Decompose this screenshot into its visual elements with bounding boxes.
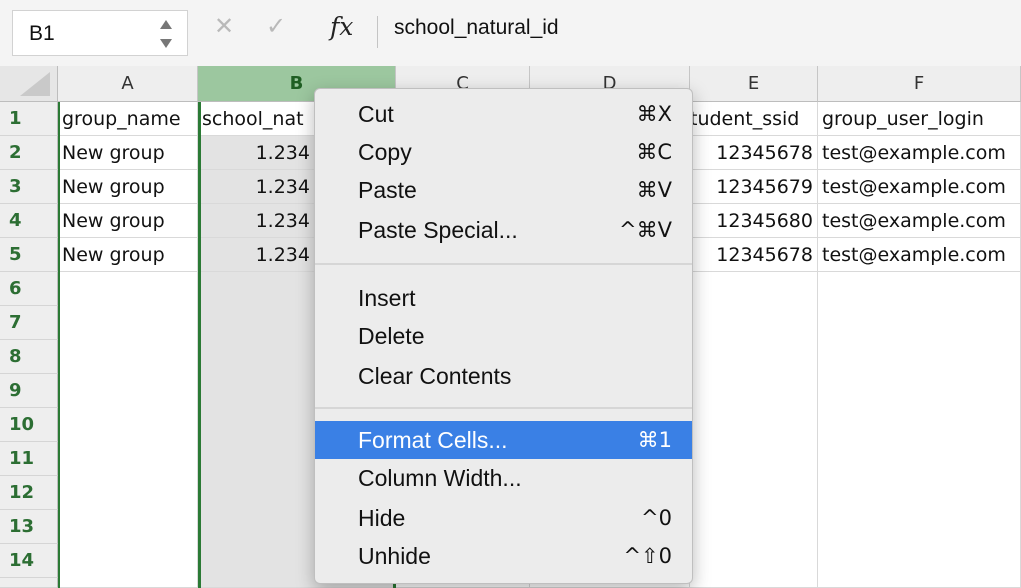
column-header-f[interactable]: F [818, 66, 1021, 102]
cell-f5[interactable]: test@example.com [818, 238, 1021, 272]
row-header[interactable]: 1 [0, 102, 58, 136]
column-a-empty-cells[interactable] [58, 272, 198, 588]
cell-e3[interactable]: 12345679 [690, 170, 818, 204]
menu-item-clear-contents[interactable]: Clear Contents [315, 357, 692, 395]
row-header[interactable]: 8 [0, 340, 58, 374]
menu-separator [315, 407, 692, 409]
column-header-e[interactable]: E [690, 66, 818, 102]
menu-item-label: Unhide [358, 543, 431, 569]
row-header[interactable]: 13 [0, 510, 58, 544]
menu-item-label: Copy [358, 139, 412, 165]
menu-item-shortcut: ^0 [641, 506, 672, 530]
menu-item-label: Hide [358, 505, 406, 531]
menu-item-label: Cut [358, 101, 394, 127]
cell-e1[interactable]: tudent_ssid [690, 102, 818, 136]
cell-reference: B1 [29, 22, 55, 45]
context-menu: Cut ⌘X Copy ⌘C Paste ⌘V Paste Special...… [314, 88, 693, 584]
row-header[interactable]: 9 [0, 374, 58, 408]
cell-b5[interactable]: 1.234 [198, 238, 315, 272]
row-header[interactable]: 2 [0, 136, 58, 170]
row-header-partial [0, 578, 58, 588]
row-header[interactable]: 6 [0, 272, 58, 306]
cell-e5[interactable]: 12345678 [690, 238, 818, 272]
cell-b2[interactable]: 1.234 [198, 136, 315, 170]
menu-item-copy[interactable]: Copy ⌘C [315, 133, 692, 171]
menu-item-delete[interactable]: Delete [315, 317, 692, 355]
menu-item-paste-special[interactable]: Paste Special... ^⌘V [315, 211, 692, 249]
menu-item-shortcut: ⌘C [636, 140, 672, 164]
cell-a5[interactable]: New group [58, 238, 198, 272]
cell-e4[interactable]: 12345680 [690, 204, 818, 238]
formula-bar: B1 ✕ ✓ fx school_natural_id [0, 0, 1021, 67]
row-header[interactable]: 14 [0, 544, 58, 578]
menu-item-shortcut: ^⌘V [619, 218, 672, 242]
menu-item-shortcut: ⌘V [636, 178, 672, 202]
corner-triangle-icon [20, 72, 50, 96]
row-header[interactable]: 10 [0, 408, 58, 442]
cell-a2[interactable]: New group [58, 136, 198, 170]
menu-item-column-width[interactable]: Column Width... [315, 459, 692, 497]
cell-f3[interactable]: test@example.com [818, 170, 1021, 204]
menu-item-format-cells[interactable]: Format Cells... ⌘1 [315, 421, 692, 459]
column-e-empty-cells[interactable] [690, 272, 818, 588]
cell-a1[interactable]: group_name [58, 102, 198, 136]
row-header[interactable]: 7 [0, 306, 58, 340]
menu-item-shortcut: ^⇧0 [623, 544, 672, 568]
menu-item-label: Paste [358, 177, 417, 203]
cell-f4[interactable]: test@example.com [818, 204, 1021, 238]
row-header[interactable]: 5 [0, 238, 58, 272]
menu-item-hide[interactable]: Hide ^0 [315, 499, 692, 537]
cell-a4[interactable]: New group [58, 204, 198, 238]
cell-f2[interactable]: test@example.com [818, 136, 1021, 170]
cell-a3[interactable]: New group [58, 170, 198, 204]
name-box-stepper-icon[interactable] [159, 17, 173, 51]
menu-item-label: Delete [358, 323, 425, 349]
row-header[interactable]: 3 [0, 170, 58, 204]
function-icon[interactable]: fx [330, 12, 353, 41]
row-header[interactable]: 4 [0, 204, 58, 238]
formula-divider [377, 16, 378, 48]
cell-e2[interactable]: 12345678 [690, 136, 818, 170]
cell-b3[interactable]: 1.234 [198, 170, 315, 204]
menu-item-shortcut: ⌘X [636, 102, 672, 126]
menu-item-paste[interactable]: Paste ⌘V [315, 171, 692, 209]
row-header[interactable]: 11 [0, 442, 58, 476]
menu-item-label: Format Cells... [358, 427, 508, 453]
confirm-icon[interactable]: ✓ [266, 12, 286, 41]
column-f-empty-cells[interactable] [818, 272, 1021, 588]
menu-item-insert[interactable]: Insert [315, 279, 692, 317]
row-header[interactable]: 12 [0, 476, 58, 510]
cell-b4[interactable]: 1.234 [198, 204, 315, 238]
menu-item-shortcut: ⌘1 [637, 428, 672, 452]
select-all-corner[interactable] [0, 66, 58, 102]
cell-f1[interactable]: group_user_login [818, 102, 1021, 136]
menu-item-unhide[interactable]: Unhide ^⇧0 [315, 537, 692, 575]
menu-separator [315, 263, 692, 265]
menu-item-label: Paste Special... [358, 217, 518, 243]
column-a-left-border [58, 102, 60, 588]
name-box[interactable]: B1 [12, 10, 188, 56]
formula-input[interactable]: school_natural_id [394, 16, 559, 40]
menu-item-label: Insert [358, 285, 416, 311]
menu-item-label: Clear Contents [358, 363, 512, 389]
menu-item-label: Column Width... [358, 465, 522, 491]
menu-item-cut[interactable]: Cut ⌘X [315, 95, 692, 133]
column-header-a[interactable]: A [58, 66, 198, 102]
cancel-icon[interactable]: ✕ [214, 12, 234, 41]
